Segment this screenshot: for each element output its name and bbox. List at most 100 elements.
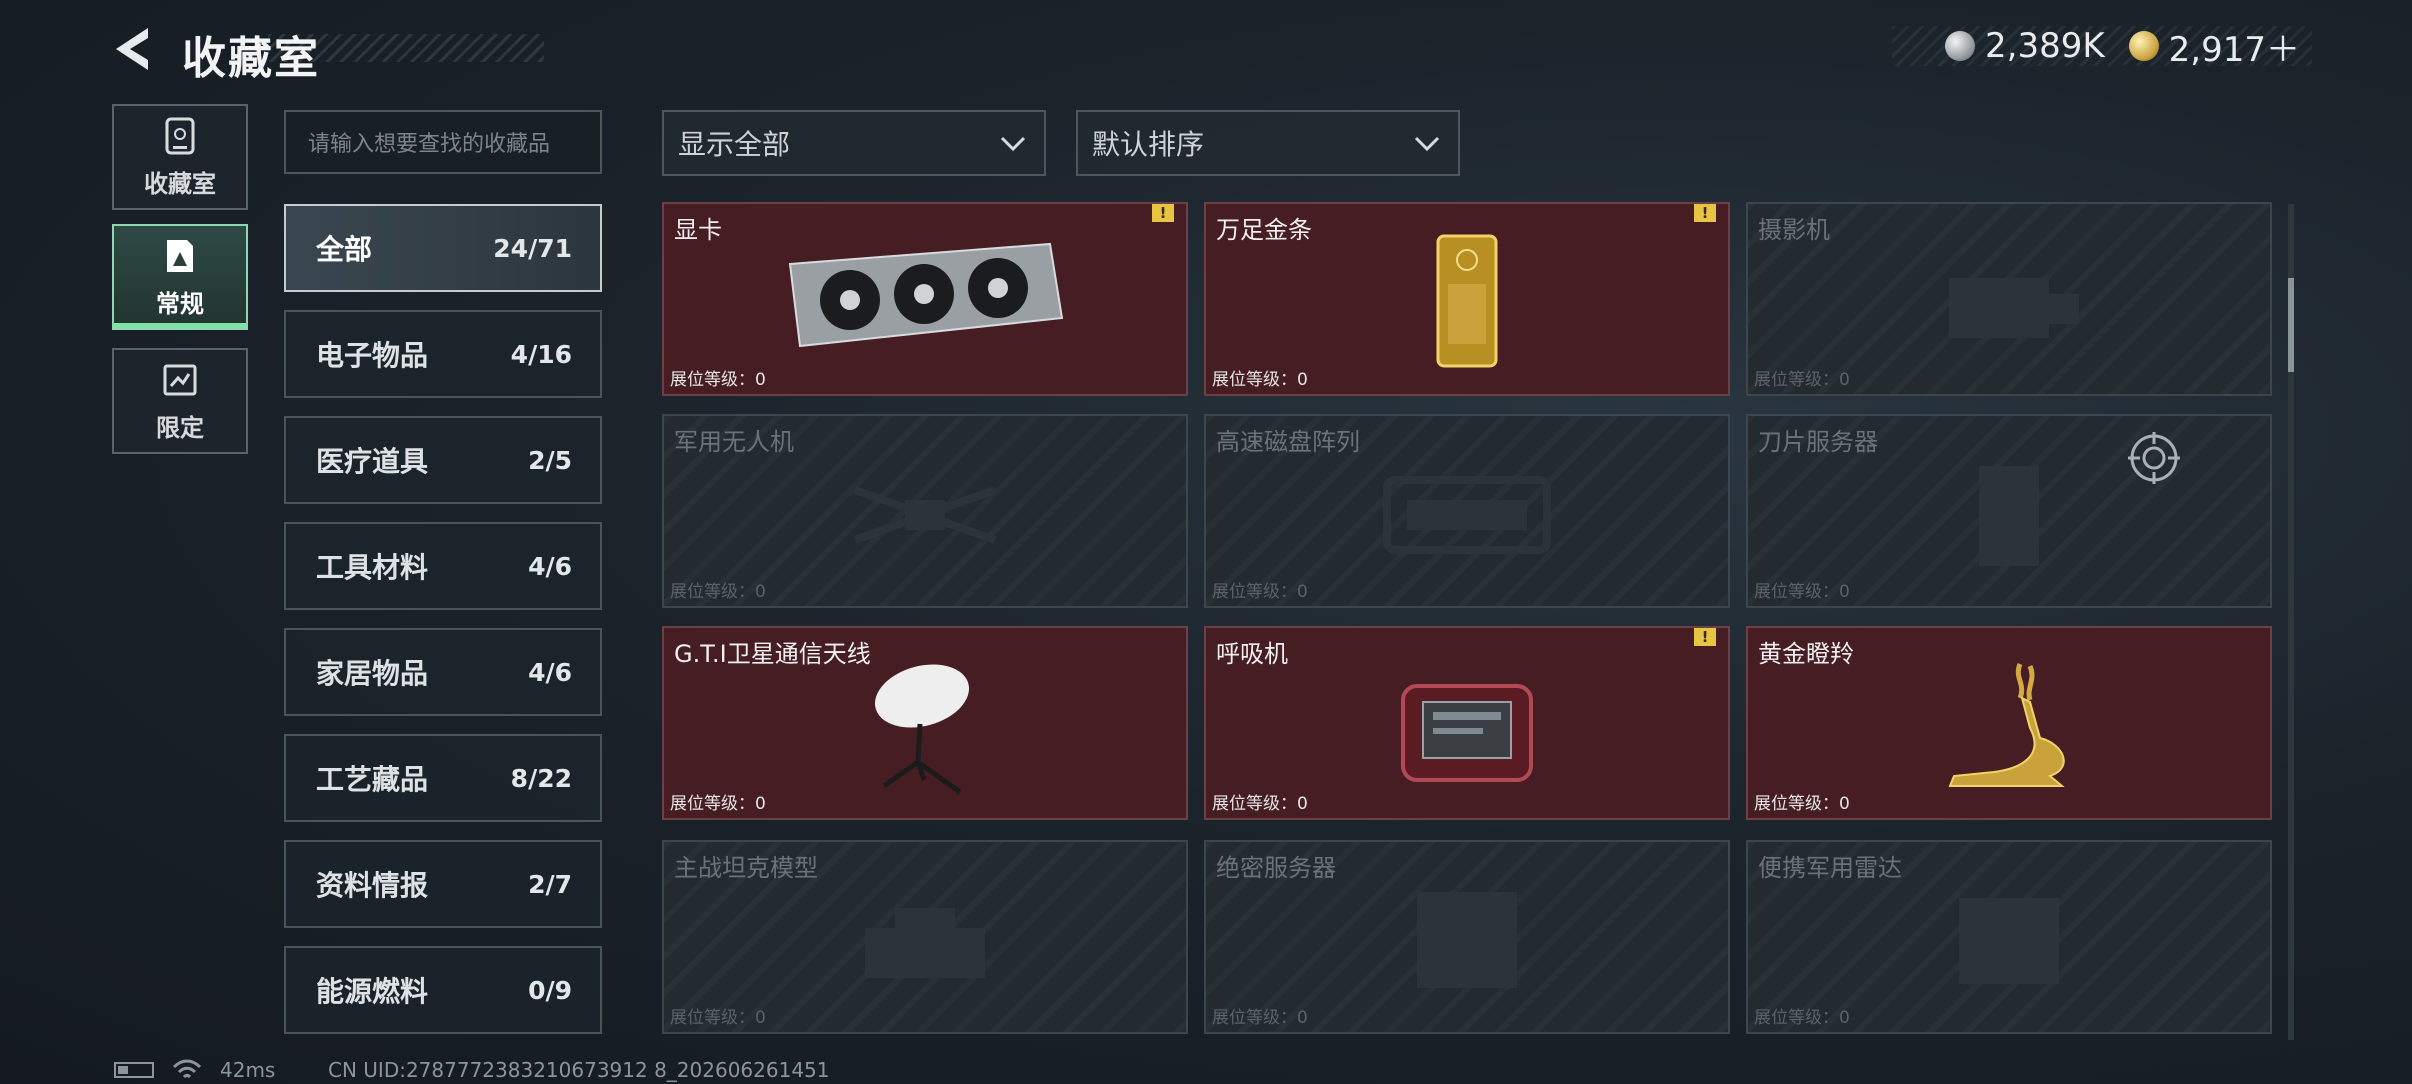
item-name: 黄金瞪羚 (1758, 640, 1854, 668)
item-name: 摄影机 (1758, 216, 1830, 244)
category-medical[interactable]: 医疗道具 2/5 (284, 416, 602, 504)
category-count: 4/16 (510, 339, 572, 369)
collectible-card-satellite-dish[interactable]: G.T.I卫星通信天线 展位等级：0 (662, 626, 1188, 820)
collectible-card-disk-array[interactable]: 高速磁盘阵列 展位等级：0 (1204, 414, 1730, 608)
graphics-card-icon (788, 242, 1064, 348)
currency-silver-value: 2,389K (1985, 26, 2105, 66)
display-level: 展位等级：0 (670, 1008, 766, 1028)
drone-icon (853, 486, 997, 544)
tank-model-icon (865, 908, 985, 978)
nav-regular[interactable]: 常规 (112, 224, 248, 330)
item-name: 刀片服务器 (1758, 428, 1878, 456)
display-level: 展位等级：0 (670, 582, 766, 602)
collectible-card-blade-server[interactable]: 刀片服务器 展位等级：0 (1746, 414, 2272, 608)
category-label: 医疗道具 (316, 445, 429, 478)
category-count: 2/5 (528, 445, 572, 475)
nav-label: 收藏室 (144, 169, 216, 198)
nav-collection-room[interactable]: 收藏室 (112, 104, 248, 210)
display-level: 展位等级：0 (1212, 582, 1308, 602)
alert-icon: ! (1152, 204, 1174, 222)
blade-server-icon (1979, 466, 2039, 566)
collectible-card-camera[interactable]: 摄影机 展位等级：0 (1746, 202, 2272, 396)
alert-icon: ! (1694, 628, 1716, 646)
display-level: 展位等级：0 (1754, 1008, 1850, 1028)
category-label: 能源燃料 (316, 975, 429, 1008)
item-name: 绝密服务器 (1216, 854, 1336, 882)
sort-dropdown[interactable]: 默认排序 (1076, 110, 1460, 176)
display-filter-dropdown[interactable]: 显示全部 (662, 110, 1046, 176)
collectible-card-ventilator[interactable]: 呼吸机 ! 展位等级：0 (1204, 626, 1730, 820)
category-label: 电子物品 (316, 339, 429, 372)
title-stripe-decoration (268, 34, 544, 62)
category-energy[interactable]: 能源燃料 0/9 (284, 946, 602, 1034)
item-name: 便携军用雷达 (1758, 854, 1902, 882)
regular-collection-icon (167, 239, 193, 272)
display-filter-value: 显示全部 (678, 128, 791, 161)
category-intel[interactable]: 资料情报 2/7 (284, 840, 602, 928)
display-level: 展位等级：0 (1754, 370, 1850, 390)
currency-bar: 2,389K 2,917＋ (1892, 26, 2312, 70)
chevron-down-icon (1000, 136, 1026, 152)
display-level: 展位等级：0 (1212, 794, 1308, 814)
category-household[interactable]: 家居物品 4/6 (284, 628, 602, 716)
battery-icon (114, 1062, 154, 1078)
display-level: 展位等级：0 (1212, 370, 1308, 390)
item-name: 主战坦克模型 (674, 854, 818, 882)
item-name: 万足金条 (1216, 216, 1312, 244)
collectible-card-graphics-card[interactable]: 显卡 ! 展位等级：0 (662, 202, 1188, 396)
collectible-card-radar[interactable]: 便携军用雷达 展位等级：0 (1746, 840, 2272, 1034)
nav-label: 限定 (156, 413, 204, 442)
wifi-icon (172, 1059, 202, 1079)
display-level: 展位等级：0 (670, 794, 766, 814)
category-count: 24/71 (493, 233, 572, 263)
category-label: 全部 (316, 233, 373, 266)
category-tools[interactable]: 工具材料 4/6 (284, 522, 602, 610)
collectible-card-drone[interactable]: 军用无人机 展位等级：0 (662, 414, 1188, 608)
silver-coin-icon (1945, 31, 1976, 61)
item-name: 呼吸机 (1216, 640, 1288, 668)
category-label: 家居物品 (316, 657, 429, 690)
camera-icon (1949, 278, 2079, 338)
back-icon[interactable] (108, 24, 158, 74)
gold-bar-icon (1436, 234, 1498, 368)
satellite-dish-icon (874, 664, 970, 795)
collectible-card-tank-model[interactable]: 主战坦克模型 展位等级：0 (662, 840, 1188, 1034)
grid-scrollbar-thumb[interactable] (2288, 278, 2294, 372)
currency-silver: 2,389K (1945, 26, 2105, 66)
display-level: 展位等级：0 (670, 370, 766, 390)
target-marker-icon (2128, 432, 2180, 484)
search-placeholder: 请输入想要查找的收藏品 (308, 132, 551, 157)
currency-gold-value: 2,917＋ (2168, 29, 2300, 70)
golden-gazelle-icon (1948, 663, 2065, 787)
category-count: 2/7 (528, 869, 572, 899)
secret-server-icon (1417, 892, 1517, 988)
category-label: 工艺藏品 (316, 763, 429, 796)
display-level: 展位等级：0 (1754, 582, 1850, 602)
nav-label: 常规 (156, 289, 204, 318)
collectible-card-secret-server[interactable]: 绝密服务器 展位等级：0 (1204, 840, 1730, 1034)
alert-icon: ! (1694, 204, 1716, 222)
status-bar: 42ms (114, 1058, 275, 1082)
currency-gold[interactable]: 2,917＋ (2128, 22, 2300, 71)
category-crafts[interactable]: 工艺藏品 8/22 (284, 734, 602, 822)
ping-value: 42ms (220, 1058, 276, 1082)
item-name: 显卡 (674, 216, 722, 244)
category-all[interactable]: 全部 24/71 (284, 204, 602, 292)
radar-icon (1959, 898, 2059, 984)
search-input[interactable]: 请输入想要查找的收藏品 (284, 110, 602, 174)
category-label: 工具材料 (316, 551, 429, 584)
nav-limited[interactable]: 限定 (112, 348, 248, 454)
item-name: 高速磁盘阵列 (1216, 428, 1360, 456)
category-label: 资料情报 (316, 869, 429, 902)
category-count: 0/9 (528, 975, 572, 1005)
collectible-card-golden-gazelle[interactable]: 黄金瞪羚 展位等级：0 (1746, 626, 2272, 820)
chevron-down-icon (1414, 136, 1440, 152)
collectible-card-gold-bar[interactable]: 万足金条 ! 展位等级：0 (1204, 202, 1730, 396)
category-count: 4/6 (528, 657, 572, 687)
category-count: 4/6 (528, 551, 572, 581)
limited-collection-icon (163, 364, 197, 395)
category-electronics[interactable]: 电子物品 4/16 (284, 310, 602, 398)
display-level: 展位等级：0 (1754, 794, 1850, 814)
active-indicator (114, 323, 246, 328)
item-name: 军用无人机 (674, 428, 794, 456)
